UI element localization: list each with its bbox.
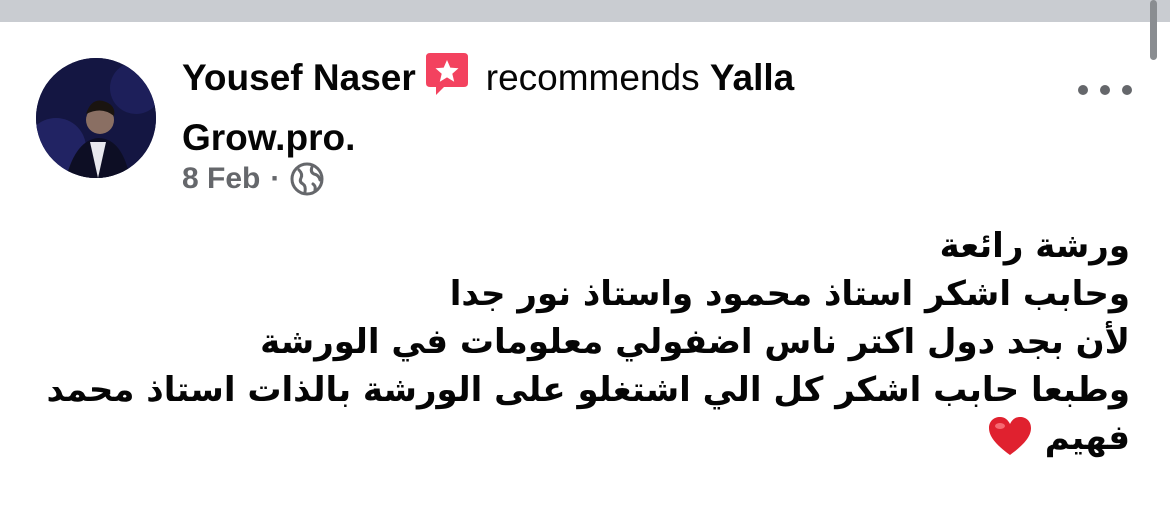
recommends-label: recommends <box>485 57 700 98</box>
more-options-button[interactable] <box>1078 76 1132 104</box>
recommendation-badge-icon <box>424 50 470 111</box>
body-line: وطبعا حابب اشكر كل الي اشتغلو على الورشة… <box>46 370 1130 410</box>
author-name[interactable]: Yousef Naser <box>182 57 416 98</box>
more-options-icon-dot <box>1100 85 1110 95</box>
post-header: Yousef Naser recommends Yalla Grow.pro. <box>182 50 942 165</box>
post-body: ورشة رائعة وحابب اشكر استاذ محمود واستاذ… <box>46 222 1130 470</box>
recommendation-post: Yousef Naser recommends Yalla Grow.pro. … <box>0 22 1170 517</box>
body-line: وحابب اشكر استاذ محمود واستاذ نور جدا <box>449 274 1130 314</box>
post-meta: 8 Feb · <box>182 162 324 196</box>
meta-separator: · <box>270 162 281 195</box>
avatar[interactable] <box>36 58 156 178</box>
body-line-text: فهيم <box>1044 418 1130 458</box>
post-date[interactable]: 8 Feb <box>182 162 260 196</box>
more-options-icon-dot <box>1122 85 1132 95</box>
body-line: لأن بجد دول اكتر ناس اضفولي معلومات في ا… <box>260 322 1130 362</box>
body-line: ورشة رائعة <box>939 226 1130 266</box>
red-heart-icon <box>987 415 1033 470</box>
more-options-icon <box>1078 85 1088 95</box>
top-divider-band <box>0 0 1170 22</box>
body-line-last: فهيم <box>50 414 1130 470</box>
globe-icon[interactable] <box>290 162 324 196</box>
